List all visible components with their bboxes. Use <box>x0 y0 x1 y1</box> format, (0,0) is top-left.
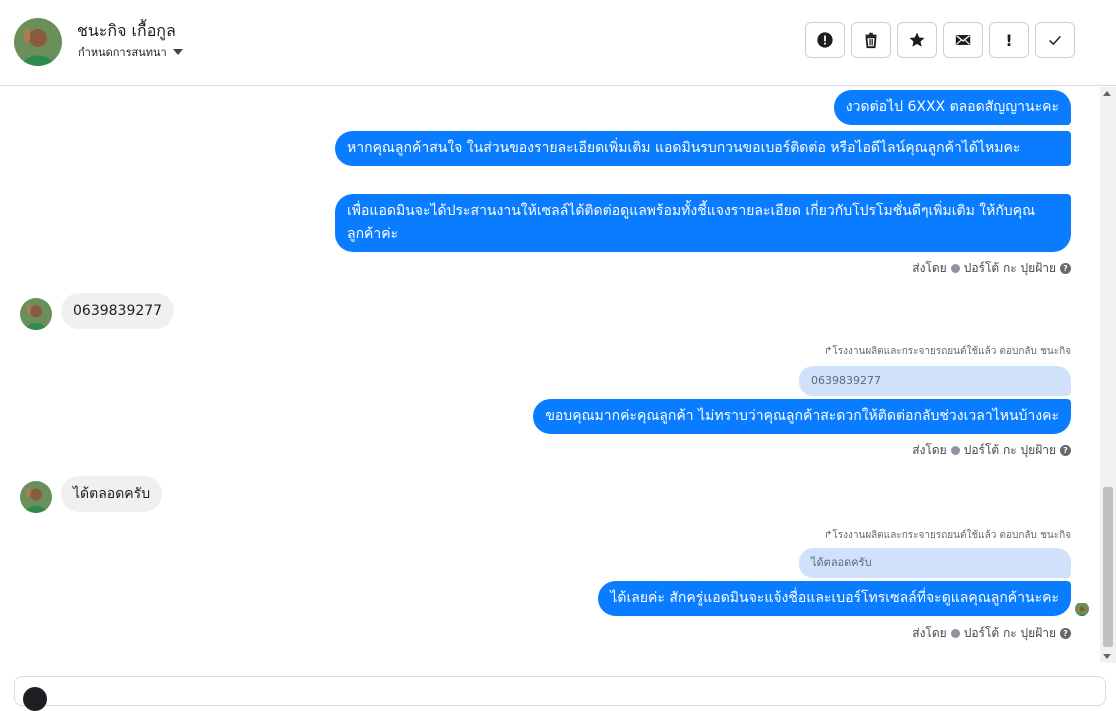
mark-spam-button[interactable] <box>805 22 845 58</box>
sent-by-line: ส่งโดย ปอร์โต้ กะ ปุยฝ้าย ? <box>912 624 1071 643</box>
reply-note: ↱โรงงานผลิตและกระจายรถยนต์ใช้แล้ว ตอบกลั… <box>823 346 1071 357</box>
star-button[interactable] <box>897 22 937 58</box>
seen-avatar <box>1075 602 1089 616</box>
sent-by-label: ส่งโดย <box>912 443 947 457</box>
scroll-up-arrow-icon[interactable] <box>1103 91 1111 96</box>
reply-composer[interactable] <box>14 676 1106 711</box>
assign-conversation-label: กำหนดการสนทนา <box>78 46 167 59</box>
thread-scrollbar[interactable] <box>1100 87 1116 663</box>
outgoing-message[interactable]: หากคุณลูกค้าสนใจ ในส่วนของรายละเอียดเพิ่… <box>335 131 1071 166</box>
mark-unread-button[interactable] <box>943 22 983 58</box>
incoming-message[interactable]: ได้ตลอดครับ <box>61 476 163 512</box>
outgoing-message[interactable]: ขอบคุณมากค่ะคุณลูกค้า ไม่ทราบว่าคุณลูกค้… <box>533 399 1071 434</box>
contact-avatar[interactable] <box>20 481 52 513</box>
contact-name: ชนะกิจ เกื้อกูล <box>77 21 176 40</box>
sender-name: ปอร์โต้ กะ ปุยฝ้าย <box>963 626 1056 640</box>
outgoing-message[interactable]: เพื่อแอดมินจะได้ประสานงานให้เซลล์ได้ติดต… <box>335 194 1071 252</box>
star-icon <box>909 32 925 47</box>
verified-icon <box>950 629 960 638</box>
check-icon <box>1049 35 1061 46</box>
help-icon[interactable]: ? <box>1060 445 1071 456</box>
contact-avatar[interactable] <box>14 18 62 66</box>
sent-by-line: ส่งโดย ปอร์โต้ กะ ปุยฝ้าย ? <box>912 259 1071 278</box>
assign-conversation-dropdown[interactable]: กำหนดการสนทนา <box>78 43 183 61</box>
sender-name: ปอร์โต้ กะ ปุยฝ้าย <box>963 261 1056 275</box>
sender-name: ปอร์โต้ กะ ปุยฝ้าย <box>963 443 1056 457</box>
verified-icon <box>950 446 960 455</box>
incoming-message[interactable]: 0639839277 <box>61 293 175 329</box>
conversation-header: ชนะกิจ เกื้อกูล กำหนดการสนทนา ! <box>0 0 1116 86</box>
help-icon[interactable]: ? <box>1060 628 1071 639</box>
message-thread[interactable]: งวดต่อไป 6XXX ตลอดสัญญานะคะ หากคุณลูกค้า… <box>0 87 1100 663</box>
outgoing-message[interactable]: ได้เลยค่ะ สักครู่แอดมินจะแจ้งชื่อและเบอร… <box>598 581 1071 616</box>
contact-avatar[interactable] <box>20 298 52 330</box>
conversation-toolbar: ! <box>805 22 1075 58</box>
help-icon[interactable]: ? <box>1060 263 1071 274</box>
scroll-thumb[interactable] <box>1103 487 1113 647</box>
envelope-icon <box>955 35 971 45</box>
follow-up-button[interactable]: ! <box>989 22 1029 58</box>
outgoing-message[interactable]: งวดต่อไป 6XXX ตลอดสัญญานะคะ <box>833 90 1071 125</box>
delete-button[interactable] <box>851 22 891 58</box>
composer-avatar <box>23 687 47 711</box>
sent-by-label: ส่งโดย <box>912 626 947 640</box>
quoted-message[interactable]: ได้ตลอดครับ <box>799 548 1071 578</box>
sent-by-label: ส่งโดย <box>912 261 947 275</box>
caret-down-icon <box>172 49 183 55</box>
alert-circle-icon <box>817 32 833 48</box>
exclamation-icon: ! <box>1005 30 1013 50</box>
sent-by-line: ส่งโดย ปอร์โต้ กะ ปุยฝ้าย ? <box>912 441 1071 460</box>
mark-done-button[interactable] <box>1035 22 1075 58</box>
reply-note: ↱โรงงานผลิตและกระจายรถยนต์ใช้แล้ว ตอบกลั… <box>823 530 1071 541</box>
trash-icon <box>865 32 877 49</box>
quoted-message[interactable]: 0639839277 <box>799 366 1071 396</box>
verified-icon <box>950 264 960 273</box>
scroll-down-arrow-icon[interactable] <box>1103 654 1111 659</box>
